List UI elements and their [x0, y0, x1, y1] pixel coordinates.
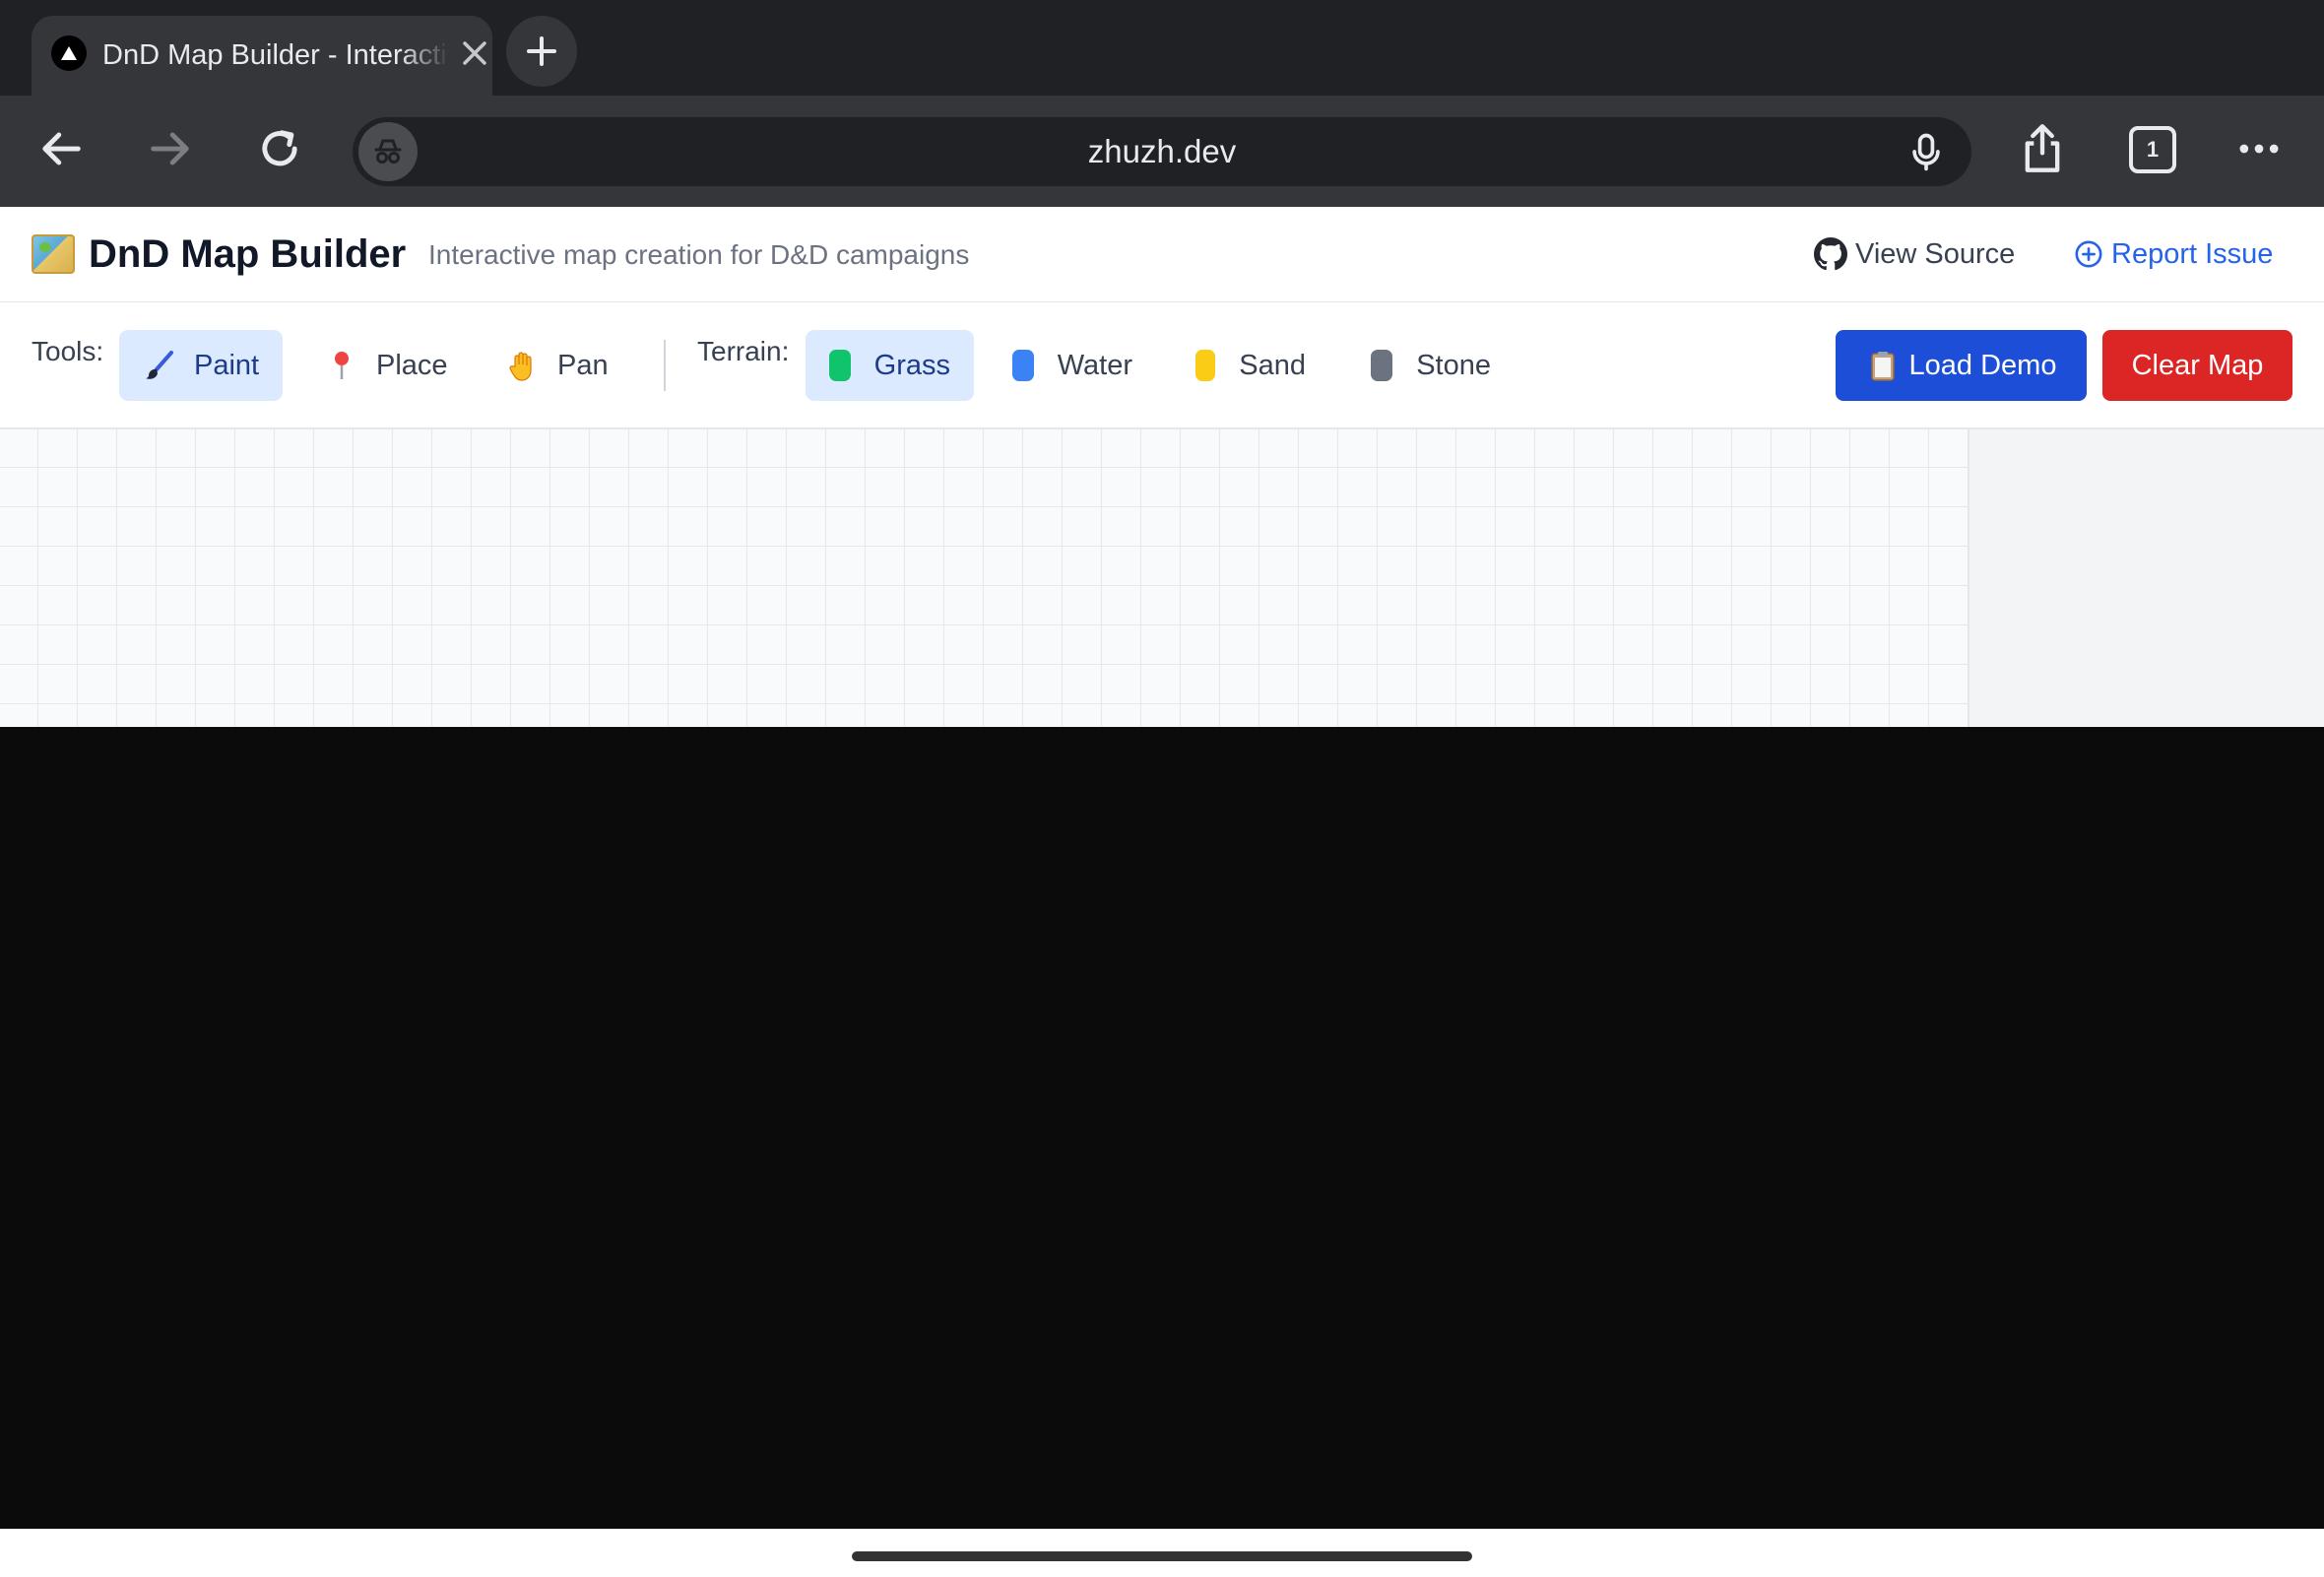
toolbar-divider [664, 340, 666, 391]
browser-tab-strip: DnD Map Builder - Interactive Map Builde… [0, 0, 2324, 97]
incognito-icon[interactable] [358, 122, 418, 181]
report-issue-link[interactable]: Report Issue [2074, 234, 2273, 274]
browser-tab[interactable]: DnD Map Builder - Interactive Map Builde… [32, 16, 492, 97]
tool-paint-label: Paint [194, 349, 260, 381]
terrain-water-label: Water [1057, 349, 1132, 381]
tab-switcher-button[interactable]: 1 [2129, 126, 2176, 173]
share-button[interactable] [2011, 117, 2074, 180]
browser-toolbar: zhuzh.dev 1 [0, 96, 2324, 207]
terrain-stone-button[interactable]: Stone [1347, 330, 1515, 401]
terrain-sand-label: Sand [1239, 349, 1306, 381]
reload-icon [262, 130, 297, 166]
more-menu-button[interactable] [2227, 117, 2291, 180]
system-home-bar [0, 1529, 2324, 1577]
arrow-left-icon [42, 132, 81, 165]
view-source-label: View Source [1855, 237, 2016, 270]
terrain-water-button[interactable]: Water [989, 330, 1156, 401]
tab-title: DnD Map Builder - Interactive Map Builde… [102, 39, 449, 71]
plus-icon [527, 36, 556, 66]
sand-swatch [1195, 350, 1216, 381]
favicon-icon [51, 35, 87, 71]
clear-map-button[interactable]: Clear Map [2102, 330, 2292, 401]
app-header: DnD Map Builder Interactive map creation… [0, 207, 2324, 302]
forward-button[interactable] [139, 117, 202, 180]
more-dots-icon [2239, 144, 2279, 154]
microphone-icon[interactable] [1903, 128, 1950, 175]
grass-swatch [829, 350, 851, 381]
tool-paint-button[interactable]: Paint [119, 330, 283, 401]
view-source-link[interactable]: View Source [1814, 234, 2015, 274]
url-text[interactable]: zhuzh.dev [353, 117, 1971, 186]
stone-swatch [1371, 350, 1393, 381]
new-tab-button[interactable] [506, 16, 577, 87]
map-canvas-area [0, 429, 2324, 727]
terrain-grass-button[interactable]: Grass [806, 330, 974, 401]
home-indicator[interactable] [852, 1551, 1472, 1561]
plus-circle-icon [2075, 240, 2102, 268]
app-title: DnD Map Builder [89, 232, 407, 276]
hand-icon [506, 349, 540, 382]
terrain-sand-button[interactable]: Sand [1172, 330, 1329, 401]
tools-label: Tools: [32, 336, 104, 366]
paintbrush-icon [143, 349, 176, 382]
tool-place-label: Place [376, 349, 448, 381]
back-button[interactable] [30, 117, 93, 180]
github-icon [1814, 237, 1847, 271]
report-issue-label: Report Issue [2111, 237, 2274, 270]
tool-pan-label: Pan [557, 349, 609, 381]
share-icon [2025, 124, 2060, 172]
clipboard-icon [1870, 352, 1895, 381]
app-subtitle: Interactive map creation for D&D campaig… [428, 239, 970, 270]
arrow-right-icon [151, 132, 189, 165]
load-demo-button[interactable]: Load Demo [1836, 330, 2087, 401]
close-icon[interactable] [457, 35, 492, 71]
tool-pan-button[interactable]: Pan [483, 330, 630, 401]
load-demo-label: Load Demo [1908, 349, 2057, 381]
water-swatch [1012, 350, 1034, 381]
terrain-grass-label: Grass [873, 349, 950, 381]
pin-icon [325, 349, 358, 382]
map-grid[interactable] [0, 429, 1969, 727]
map-emoji-icon [32, 234, 75, 274]
address-bar[interactable]: zhuzh.dev [353, 117, 1971, 186]
terrain-label: Terrain: [697, 336, 790, 366]
reload-button[interactable] [248, 117, 311, 180]
tools-bar: Tools: Paint Place Pan Terrain: Grass Wa… [0, 302, 2324, 429]
obscured-area [0, 727, 2324, 1529]
tool-place-button[interactable]: Place [301, 330, 465, 401]
terrain-stone-label: Stone [1416, 349, 1491, 381]
